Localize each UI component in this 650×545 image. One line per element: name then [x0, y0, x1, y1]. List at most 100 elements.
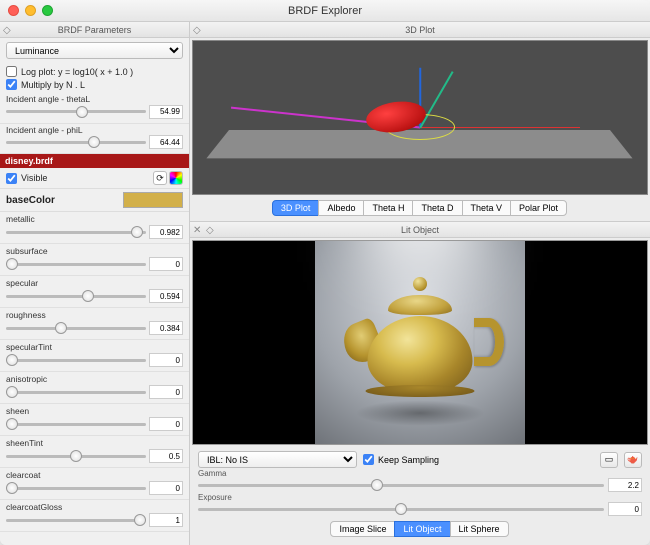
- brdf-parameters-panel: ◇ BRDF Parameters Luminance Log plot: y …: [0, 22, 190, 545]
- param-label: specularTint: [6, 342, 183, 352]
- param-range[interactable]: [6, 327, 146, 330]
- param-label: subsurface: [6, 246, 183, 256]
- reload-button[interactable]: ⟳: [153, 171, 167, 185]
- param-label: clearcoatGloss: [6, 502, 183, 512]
- color-button[interactable]: [169, 171, 183, 185]
- tab-theta-d[interactable]: Theta D: [412, 200, 462, 216]
- param-clearcoat-slider[interactable]: clearcoat: [0, 468, 189, 500]
- phiL-label: Incident angle - phiL: [6, 126, 183, 135]
- log-plot-label: Log plot: y = log10( x + 1.0 ): [21, 67, 133, 77]
- param-sheen-slider[interactable]: sheen: [0, 404, 189, 436]
- phiL-value[interactable]: [149, 135, 183, 149]
- param-label: sheenTint: [6, 438, 183, 448]
- window-title: BRDF Explorer: [0, 5, 650, 17]
- visible-label: Visible: [21, 173, 47, 183]
- log-plot-checkbox[interactable]: Log plot: y = log10( x + 1.0 ): [6, 65, 183, 78]
- teapot-render: [315, 240, 525, 445]
- param-range[interactable]: [6, 263, 146, 266]
- tab-polar-plot[interactable]: Polar Plot: [510, 200, 567, 216]
- keep-sampling-checkbox[interactable]: Keep Sampling: [363, 453, 439, 466]
- param-label: roughness: [6, 310, 183, 320]
- detach-icon[interactable]: ◇: [206, 225, 216, 235]
- exposure-value[interactable]: [608, 502, 642, 516]
- param-metallic-slider[interactable]: metallic: [0, 212, 189, 244]
- gamma-range[interactable]: [198, 484, 604, 487]
- param-specular-slider[interactable]: specular: [0, 276, 189, 308]
- param-sheenTint-slider[interactable]: sheenTint: [0, 436, 189, 468]
- tab-theta-v[interactable]: Theta V: [462, 200, 512, 216]
- gamma-label: Gamma: [198, 470, 642, 478]
- param-label: metallic: [6, 214, 183, 224]
- param-range[interactable]: [6, 295, 146, 298]
- param-value[interactable]: [149, 417, 183, 431]
- lit-object-viewport[interactable]: [192, 240, 648, 445]
- param-value[interactable]: [149, 321, 183, 335]
- exposure-label: Exposure: [198, 494, 642, 502]
- multiply-nl-label: Multiply by N . L: [21, 80, 85, 90]
- lit-object-tabs: Image SliceLit ObjectLit Sphere: [190, 518, 650, 542]
- param-range[interactable]: [6, 487, 146, 490]
- phiL-slider[interactable]: Incident angle - phiL: [0, 124, 189, 155]
- basecolor-label: baseColor: [6, 195, 55, 206]
- exposure-slider[interactable]: Exposure: [198, 494, 642, 516]
- param-label: clearcoat: [6, 470, 183, 480]
- param-value[interactable]: [149, 257, 183, 271]
- 3d-plot-tabs: 3D PlotAlbedoTheta HTheta DTheta VPolar …: [190, 197, 650, 221]
- param-value[interactable]: [149, 225, 183, 239]
- phiL-range[interactable]: [6, 141, 146, 144]
- screenshot-button[interactable]: ▭: [600, 452, 618, 468]
- brdf-parameters-header: ◇ BRDF Parameters: [0, 22, 189, 38]
- param-value[interactable]: [149, 481, 183, 495]
- multiply-nl-checkbox[interactable]: Multiply by N . L: [6, 78, 183, 91]
- exposure-range[interactable]: [198, 508, 604, 511]
- detach-icon[interactable]: ◇: [3, 25, 13, 35]
- keep-sampling-label: Keep Sampling: [378, 455, 439, 465]
- gamma-value[interactable]: [608, 478, 642, 492]
- tab-image-slice[interactable]: Image Slice: [330, 521, 395, 537]
- param-label: sheen: [6, 406, 183, 416]
- param-range[interactable]: [6, 359, 146, 362]
- param-range[interactable]: [6, 423, 146, 426]
- param-range[interactable]: [6, 519, 146, 522]
- thetaL-label: Incident angle - thetaL: [6, 95, 183, 104]
- param-value[interactable]: [149, 353, 183, 367]
- titlebar: BRDF Explorer: [0, 0, 650, 22]
- param-roughness-slider[interactable]: roughness: [0, 308, 189, 340]
- close-icon[interactable]: ✕: [193, 225, 203, 235]
- brdf-file-header[interactable]: disney.brdf: [0, 154, 189, 168]
- channel-select[interactable]: Luminance: [6, 42, 183, 59]
- app-window: BRDF Explorer ◇ BRDF Parameters Luminanc…: [0, 0, 650, 545]
- basecolor-swatch[interactable]: [123, 192, 183, 208]
- param-anisotropic-slider[interactable]: anisotropic: [0, 372, 189, 404]
- thetaL-range[interactable]: [6, 110, 146, 113]
- thetaL-slider[interactable]: Incident angle - thetaL: [0, 93, 189, 124]
- 3d-plot-header: ◇ 3D Plot: [190, 22, 650, 38]
- thetaL-value[interactable]: [149, 105, 183, 119]
- detach-icon[interactable]: ◇: [193, 25, 203, 35]
- param-value[interactable]: [149, 289, 183, 303]
- lit-object-pane: ✕ ◇ Lit Object: [190, 222, 650, 545]
- param-value[interactable]: [149, 449, 183, 463]
- tab-3d-plot[interactable]: 3D Plot: [272, 200, 320, 216]
- 3d-plot-viewport[interactable]: [192, 40, 648, 195]
- panel-title: Lit Object: [401, 225, 439, 235]
- tab-theta-h[interactable]: Theta H: [363, 200, 413, 216]
- 3d-plot-pane: ◇ 3D Plot 3D PlotAlbedoTheta HTheta DThe…: [190, 22, 650, 222]
- param-range[interactable]: [6, 455, 146, 458]
- gamma-slider[interactable]: Gamma: [198, 470, 642, 492]
- tab-lit-object[interactable]: Lit Object: [394, 521, 450, 537]
- param-specularTint-slider[interactable]: specularTint: [0, 340, 189, 372]
- param-subsurface-slider[interactable]: subsurface: [0, 244, 189, 276]
- lit-object-header: ✕ ◇ Lit Object: [190, 222, 650, 238]
- model-button[interactable]: 🫖: [624, 452, 642, 468]
- param-range[interactable]: [6, 231, 146, 234]
- tab-albedo[interactable]: Albedo: [318, 200, 364, 216]
- visible-checkbox[interactable]: Visible: [6, 172, 47, 185]
- ibl-select[interactable]: IBL: No IS: [198, 451, 357, 468]
- param-range[interactable]: [6, 391, 146, 394]
- param-clearcoatGloss-slider[interactable]: clearcoatGloss: [0, 500, 189, 532]
- tab-lit-sphere[interactable]: Lit Sphere: [450, 521, 509, 537]
- param-value[interactable]: [149, 385, 183, 399]
- param-value[interactable]: [149, 513, 183, 527]
- param-label: anisotropic: [6, 374, 183, 384]
